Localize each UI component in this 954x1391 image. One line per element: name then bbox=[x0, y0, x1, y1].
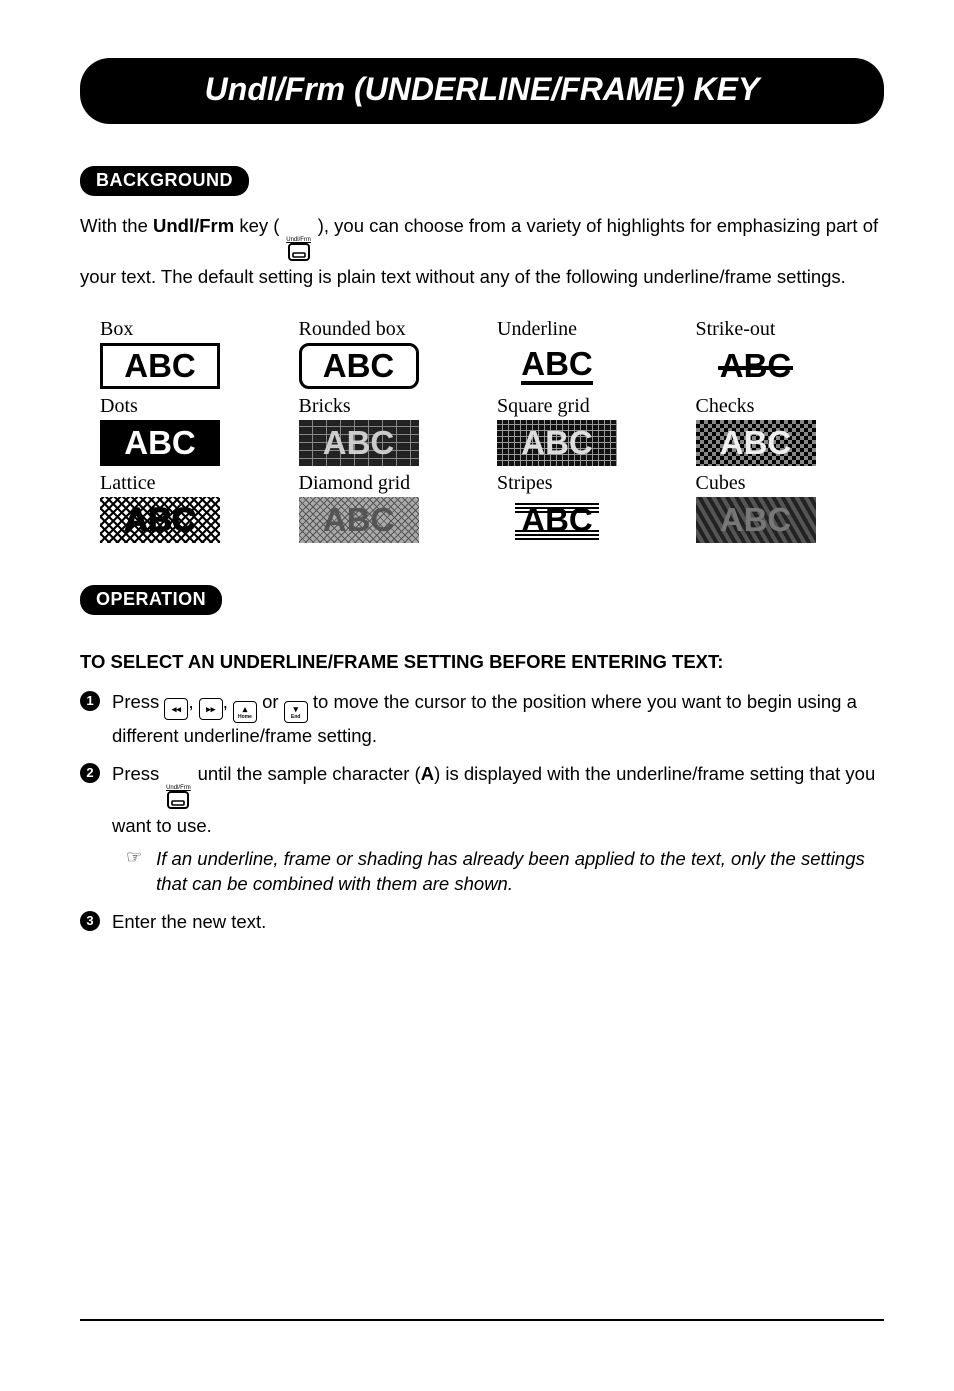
sample-swatch: ABC bbox=[100, 420, 220, 466]
key-icon-superscript: Undl/Frm bbox=[285, 237, 313, 243]
footer-rule bbox=[80, 1319, 884, 1321]
sample-swatch: ABC bbox=[100, 497, 220, 543]
sample-text: ABC bbox=[720, 349, 792, 382]
sample-item: Bricks ABC bbox=[299, 395, 468, 466]
sample-swatch: ABC bbox=[100, 343, 220, 389]
sample-swatch: ABC bbox=[299, 497, 419, 543]
sample-item: Stripes ABC bbox=[497, 472, 666, 543]
background-paragraph: With the Undl/Frm key ( Undl/Frm ), you … bbox=[80, 214, 884, 290]
sample-label: Checks bbox=[696, 395, 865, 418]
arrow-key-icon: ▾End bbox=[284, 701, 308, 723]
step-1: Press ◂◂, ▸▸, ▴Home or ▾End to move the … bbox=[80, 689, 884, 749]
sample-label: Bricks bbox=[299, 395, 468, 418]
arrow-key-icon: ▴Home bbox=[233, 701, 257, 723]
arrow-key-icon: ▸▸ bbox=[199, 698, 223, 720]
sample-text: ABC bbox=[323, 349, 395, 382]
bg-text-pre: With the bbox=[80, 215, 153, 236]
section-label-operation: OPERATION bbox=[80, 585, 222, 615]
sample-text: ABC bbox=[323, 426, 395, 459]
step2-pre: Press bbox=[112, 763, 164, 784]
sample-item: Dots ABC bbox=[100, 395, 269, 466]
sample-item: Strike-out ABC bbox=[696, 318, 865, 389]
sample-label: Box bbox=[100, 318, 269, 341]
sample-swatch: ABC bbox=[299, 420, 419, 466]
sample-item: Diamond grid ABC bbox=[299, 472, 468, 543]
step2-note-text: If an underline, frame or shading has al… bbox=[156, 847, 884, 897]
sample-swatch: ABC bbox=[696, 343, 816, 389]
sample-item: Box ABC bbox=[100, 318, 269, 389]
sample-text: ABC bbox=[124, 426, 196, 459]
operation-section: OPERATION TO SELECT AN UNDERLINE/FRAME S… bbox=[80, 585, 884, 947]
section-label-background: BACKGROUND bbox=[80, 166, 249, 196]
step-2: Press Undl/Frm until the sample characte… bbox=[80, 761, 884, 897]
sample-label: Square grid bbox=[497, 395, 666, 418]
background-section: BACKGROUND With the Undl/Frm key ( Undl/… bbox=[80, 166, 884, 585]
page: Undl/Frm (UNDERLINE/FRAME) KEY BACKGROUN… bbox=[0, 0, 954, 1391]
operation-steps: Press ◂◂, ▸▸, ▴Home or ▾End to move the … bbox=[80, 689, 884, 935]
sample-text: ABC bbox=[720, 503, 792, 536]
bg-key-name: Undl/Frm bbox=[153, 215, 234, 236]
page-title: Undl/Frm (UNDERLINE/FRAME) KEY bbox=[80, 58, 884, 124]
arrow-key-icon: ◂◂ bbox=[164, 698, 188, 720]
sample-text: ABC bbox=[521, 347, 593, 385]
sample-label: Diamond grid bbox=[299, 472, 468, 495]
step1-pre: Press bbox=[112, 691, 164, 712]
sample-item: Rounded box ABC bbox=[299, 318, 468, 389]
sample-label: Dots bbox=[100, 395, 269, 418]
samples-grid: BoxABCRounded boxABCUnderlineABCStrike-o… bbox=[100, 318, 864, 543]
sample-text: ABC bbox=[521, 503, 593, 536]
sample-swatch: ABC bbox=[299, 343, 419, 389]
step3-text: Enter the new text. bbox=[112, 911, 266, 932]
sample-swatch: ABC bbox=[696, 497, 816, 543]
step-3: Enter the new text. bbox=[80, 909, 884, 935]
sample-label: Lattice bbox=[100, 472, 269, 495]
sample-item: Square grid ABC bbox=[497, 395, 666, 466]
sample-text: ABC bbox=[124, 503, 196, 536]
sample-label: Stripes bbox=[497, 472, 666, 495]
sample-label: Strike-out bbox=[696, 318, 865, 341]
sample-text: ABC bbox=[323, 503, 395, 536]
sample-item: Lattice ABC bbox=[100, 472, 269, 543]
sample-text: ABC bbox=[720, 426, 792, 459]
bg-text-mid: key ( bbox=[234, 215, 284, 236]
sample-label: Underline bbox=[497, 318, 666, 341]
sample-item: Cubes ABC bbox=[696, 472, 865, 543]
step2-sample-char: A bbox=[421, 763, 434, 784]
sample-text: ABC bbox=[124, 349, 196, 382]
sample-item: Underline ABC bbox=[497, 318, 666, 389]
undl-frm-key-icon: Undl/Frm bbox=[164, 785, 192, 813]
pointing-hand-icon: ☞ bbox=[126, 847, 142, 897]
step2-note: ☞ If an underline, frame or shading has … bbox=[112, 847, 884, 897]
sample-swatch: ABC bbox=[696, 420, 816, 466]
step2-mid: until the sample character ( bbox=[192, 763, 420, 784]
sample-swatch: ABC bbox=[497, 343, 617, 389]
operation-heading: TO SELECT AN UNDERLINE/FRAME SETTING BEF… bbox=[80, 651, 884, 673]
key-icon-superscript: Undl/Frm bbox=[164, 785, 192, 791]
sample-item: Checks ABC bbox=[696, 395, 865, 466]
sample-label: Cubes bbox=[696, 472, 865, 495]
sample-swatch: ABC bbox=[497, 420, 617, 466]
sample-swatch: ABC bbox=[497, 497, 617, 543]
sample-text: ABC bbox=[521, 426, 593, 459]
undl-frm-key-icon: Undl/Frm bbox=[285, 237, 313, 265]
sample-label: Rounded box bbox=[299, 318, 468, 341]
